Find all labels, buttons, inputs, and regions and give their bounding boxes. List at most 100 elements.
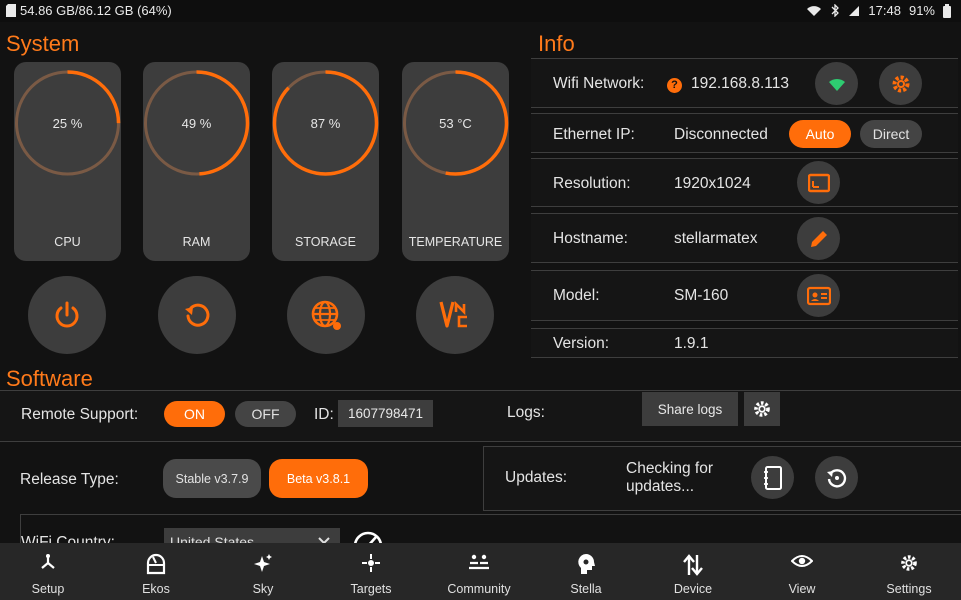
web-icon xyxy=(311,300,341,330)
speedometer-icon[interactable] xyxy=(352,528,384,543)
id-card-icon xyxy=(806,286,831,305)
wifi-settings-button[interactable] xyxy=(879,62,922,105)
ethernet-row: Ethernet IP: Disconnected Auto Direct xyxy=(531,113,958,153)
updates-panel: Updates: Checking for updates... xyxy=(483,446,961,511)
ethernet-auto-button[interactable]: Auto xyxy=(789,120,851,148)
device-icon xyxy=(683,554,703,576)
vnc-button[interactable] xyxy=(416,276,494,354)
logs-label: Logs: xyxy=(507,404,545,421)
remote-id-value: 1607798471 xyxy=(338,400,433,427)
sky-icon xyxy=(254,554,272,572)
wifi-country-label: WiFi Country: xyxy=(21,534,115,543)
ram-label: RAM xyxy=(182,235,211,249)
power-button[interactable] xyxy=(28,276,106,354)
info-title: Info xyxy=(538,31,575,56)
nav-device[interactable]: Device xyxy=(639,543,747,600)
nav-view-label: View xyxy=(788,582,816,596)
model-info-button[interactable] xyxy=(797,274,840,317)
storage-gauge-card: 87 % STORAGE xyxy=(272,62,379,261)
remote-support-off-button[interactable]: OFF xyxy=(235,401,296,427)
clock-text: 17:48 xyxy=(868,3,901,18)
power-icon xyxy=(55,301,79,328)
resolution-icon xyxy=(807,173,830,192)
nav-stella[interactable]: Stella xyxy=(532,543,640,600)
software-title: Software xyxy=(6,366,93,391)
remote-support-label: Remote Support: xyxy=(21,406,139,423)
version-value: 1.9.1 xyxy=(674,335,709,352)
community-icon xyxy=(469,554,489,570)
nav-device-label: Device xyxy=(673,582,713,596)
cpu-label: CPU xyxy=(54,235,81,249)
changelog-button[interactable] xyxy=(751,456,794,499)
nav-targets[interactable]: Targets xyxy=(317,543,425,600)
bluetooth-status-icon xyxy=(831,4,840,17)
sd-card-icon xyxy=(6,4,16,17)
updates-status-line2: updates... xyxy=(626,478,695,495)
gear-icon xyxy=(754,401,770,417)
share-logs-button[interactable]: Share logs xyxy=(642,392,738,426)
stella-icon xyxy=(578,554,595,574)
updates-status-line1: Checking for xyxy=(626,460,714,477)
model-value: SM-160 xyxy=(674,287,729,304)
check-updates-button[interactable] xyxy=(815,456,858,499)
ekos-icon xyxy=(146,553,166,575)
nav-targets-label: Targets xyxy=(350,582,392,596)
wifi-country-value: United States xyxy=(170,534,255,543)
hostname-label: Hostname: xyxy=(553,230,628,247)
setup-icon xyxy=(41,554,55,569)
wifi-network-label: Wifi Network: xyxy=(553,75,645,92)
temperature-gauge-card: 53 °C TEMPERATURE xyxy=(402,62,509,261)
updates-status: Checking for updates... xyxy=(626,460,713,496)
battery-text: 91% xyxy=(908,3,935,18)
release-beta-button[interactable]: Beta v3.8.1 xyxy=(269,459,368,498)
wifi-signal-button[interactable] xyxy=(815,62,858,105)
ethernet-direct-button[interactable]: Direct xyxy=(860,120,922,148)
resolution-label: Resolution: xyxy=(553,175,631,192)
temperature-label: TEMPERATURE xyxy=(408,235,503,249)
wifi-network-value: 192.168.8.113 xyxy=(691,75,789,92)
wifi-network-row: Wifi Network: ? 192.168.8.113 xyxy=(531,58,958,108)
remote-id-label: ID: xyxy=(314,406,334,423)
notebook-icon xyxy=(763,465,782,490)
targets-icon xyxy=(362,554,380,572)
nav-setup-label: Setup xyxy=(31,582,65,596)
storage-value: 87 % xyxy=(310,116,341,131)
settings-icon xyxy=(901,555,917,571)
nav-sky[interactable]: Sky xyxy=(209,543,317,600)
model-label: Model: xyxy=(553,287,600,304)
wifi-status-icon xyxy=(807,5,822,16)
restart-button[interactable] xyxy=(158,276,236,354)
pencil-icon xyxy=(810,230,827,247)
ethernet-value: Disconnected xyxy=(674,126,768,143)
hostname-row: Hostname: stellarmatex xyxy=(531,213,958,263)
system-title: System xyxy=(6,31,80,56)
battery-icon xyxy=(943,3,951,18)
nav-view[interactable]: View xyxy=(748,543,856,600)
nav-setup[interactable]: Setup xyxy=(0,543,102,600)
gear-icon xyxy=(892,75,909,92)
wifi-help-icon[interactable]: ? xyxy=(667,78,682,93)
remote-support-on-button[interactable]: ON xyxy=(164,401,225,427)
ram-value: 49 % xyxy=(181,116,212,131)
cpu-gauge-card: 25 % CPU xyxy=(14,62,121,261)
storage-status-text: 54.86 GB/86.12 GB (64%) xyxy=(20,3,172,18)
web-button[interactable] xyxy=(287,276,365,354)
restart-icon xyxy=(185,303,210,327)
nav-settings[interactable]: Settings xyxy=(855,543,961,600)
bottom-navigation: Setup Ekos Sky Targets Community Stella … xyxy=(0,543,961,600)
ethernet-label: Ethernet IP: xyxy=(553,126,635,143)
eye-icon xyxy=(791,555,813,567)
wifi-country-select[interactable]: United States xyxy=(164,528,340,543)
release-stable-button[interactable]: Stable v3.7.9 xyxy=(163,459,261,498)
ram-gauge-card: 49 % RAM xyxy=(143,62,250,261)
edit-hostname-button[interactable] xyxy=(797,217,840,260)
nav-community-label: Community xyxy=(447,582,511,596)
nav-community[interactable]: Community xyxy=(425,543,533,600)
nav-ekos-label: Ekos xyxy=(142,582,170,596)
vnc-icon xyxy=(439,300,467,328)
nav-settings-label: Settings xyxy=(886,582,932,596)
logs-settings-button[interactable] xyxy=(744,392,780,426)
nav-ekos[interactable]: Ekos xyxy=(102,543,210,600)
temperature-value: 53 °C xyxy=(439,116,472,131)
resolution-button[interactable] xyxy=(797,161,840,204)
